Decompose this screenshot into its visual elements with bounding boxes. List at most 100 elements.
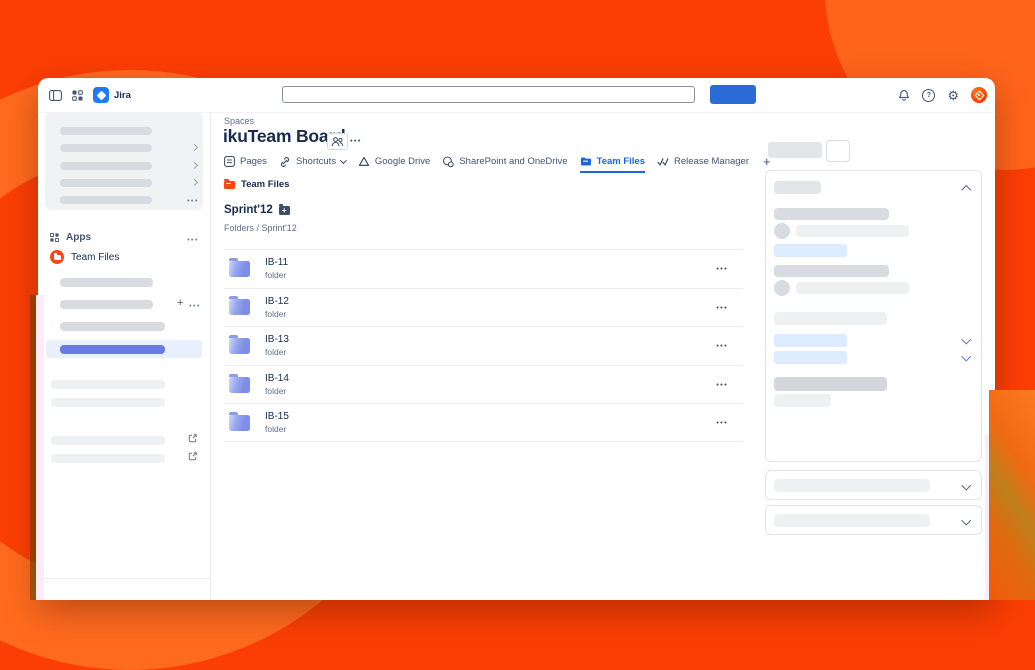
chevron-down-icon[interactable] [961,480,971,490]
tab-label: Release Manager [674,156,749,167]
skeleton-bar [51,380,165,389]
folder-breadcrumb[interactable]: Folders / Sprint'12 [224,223,297,233]
page-more-menu-icon[interactable]: ••• [350,137,362,145]
chevron-right-icon[interactable] [191,162,198,169]
collapsed-panel-card[interactable] [765,470,982,500]
panel-action-button[interactable] [826,140,850,162]
more-menu-icon[interactable]: ••• [189,302,201,310]
sharepoint-icon [443,155,455,167]
folder-list: IB-11 folder ••• IB-12 folder ••• IB-13 fol… [224,249,743,442]
marketing-background: { "app": { "name": "Jira" }, "topbar": {… [0,0,1035,670]
tab-sharepoint-onedrive[interactable]: SharePoint and OneDrive [442,154,568,173]
skeleton-avatar [774,280,790,296]
tab-label: Shortcuts [295,156,337,167]
skeleton-bar [60,179,152,187]
skeleton-link-bar [774,351,847,364]
skeleton-bar [60,344,165,354]
chevron-down-icon[interactable] [961,515,971,525]
skeleton-bar [51,436,165,445]
app-switcher-icon[interactable] [72,89,83,101]
external-link-icon[interactable] [188,433,198,443]
skeleton-bar [796,282,909,294]
folder-row[interactable]: IB-12 folder ••• [224,287,743,327]
folder-name: IB-15 [265,411,289,423]
skeleton-bar [774,265,889,277]
app-window: Jira ? ⚙ ••• Apps ••• Team Files + ••• S… [38,78,995,600]
notifications-bell-icon[interactable] [898,89,910,102]
sidebar-toggle-icon[interactable] [49,89,62,101]
folder-icon [580,157,591,166]
tab-team-files[interactable]: Team Files [579,154,645,173]
skeleton-avatar [774,223,790,239]
divider [38,578,210,579]
google-drive-icon [358,157,370,166]
chevron-down-icon[interactable] [961,334,971,344]
folder-row[interactable]: IB-15 folder ••• [224,403,743,442]
link-icon [280,156,290,167]
folder-icon [229,334,250,354]
topbar-right: ? ⚙ [898,78,987,112]
tab-shortcuts[interactable]: Shortcuts [279,154,347,173]
apps-section-header: Apps [50,232,91,243]
left-sidebar: ••• Apps ••• Team Files + ••• [38,112,211,600]
folder-name: IB-11 [265,257,289,269]
row-menu-button[interactable]: ••• [716,265,728,273]
user-avatar[interactable] [971,87,987,103]
folder-row[interactable]: IB-11 folder ••• [224,249,743,288]
folder-icon [229,257,250,277]
row-menu-button[interactable]: ••• [716,419,728,427]
skeleton-bar [774,181,821,194]
more-menu-icon[interactable]: ••• [187,197,199,205]
breadcrumb[interactable]: Spaces [224,116,254,126]
sidebar-selected-item[interactable] [46,340,202,358]
folder-name: IB-12 [265,295,289,307]
chevron-down-icon[interactable] [961,351,971,361]
folder-name: IB-13 [265,334,289,346]
chevron-right-icon[interactable] [191,144,198,151]
chevron-down-icon [340,157,347,164]
row-menu-button[interactable]: ••• [716,304,728,312]
sprint-title: Sprint'12 [224,204,273,216]
skeleton-bar [60,127,152,135]
tab-pages[interactable]: Pages [224,154,267,173]
external-link-icon[interactable] [188,451,198,461]
skeleton-bar [60,300,153,309]
apps-grid-icon [50,233,59,242]
search-input[interactable] [282,86,695,103]
share-people-button[interactable] [327,133,348,150]
sidebar-item-team-files[interactable]: Team Files [50,250,119,264]
apps-section-label: Apps [66,232,91,243]
folder-icon [229,373,250,393]
jira-app-name: Jira [114,89,131,101]
collapse-chevron-up-icon[interactable] [961,185,971,195]
skeleton-bar [60,162,152,170]
apps-more-icon[interactable]: ••• [187,236,199,244]
row-menu-button[interactable]: ••• [716,381,728,389]
jira-logo-icon [93,87,109,103]
skeleton-bar [51,398,165,407]
chevron-right-icon[interactable] [191,179,198,186]
row-menu-button[interactable]: ••• [716,342,728,350]
skeleton-bar [768,142,822,158]
skeleton-bar [774,377,887,391]
skeleton-bar [774,479,930,492]
background-stripes [989,390,1035,600]
create-button[interactable] [710,85,756,104]
tab-release-manager[interactable]: Release Manager [657,154,749,173]
settings-gear-icon[interactable]: ⚙ [947,89,959,102]
sprint-title-row: Sprint'12 [224,204,290,216]
folder-row[interactable]: IB-13 folder ••• [224,326,743,365]
folder-row[interactable]: IB-14 folder ••• [224,364,743,404]
tab-google-drive[interactable]: Google Drive [358,154,430,173]
folder-type: folder [265,424,287,435]
sidebar-item-label: Team Files [71,251,120,263]
create-folder-icon[interactable] [278,204,290,215]
help-icon[interactable]: ? [922,88,936,102]
collapsed-panel-card[interactable] [765,505,982,535]
skeleton-bar [774,312,887,325]
jira-home-link[interactable]: Jira [93,87,131,103]
folder-icon [229,296,250,316]
add-item-plus-icon[interactable]: + [177,298,183,309]
skeleton-bar [51,454,165,463]
skeleton-bar [60,278,153,287]
